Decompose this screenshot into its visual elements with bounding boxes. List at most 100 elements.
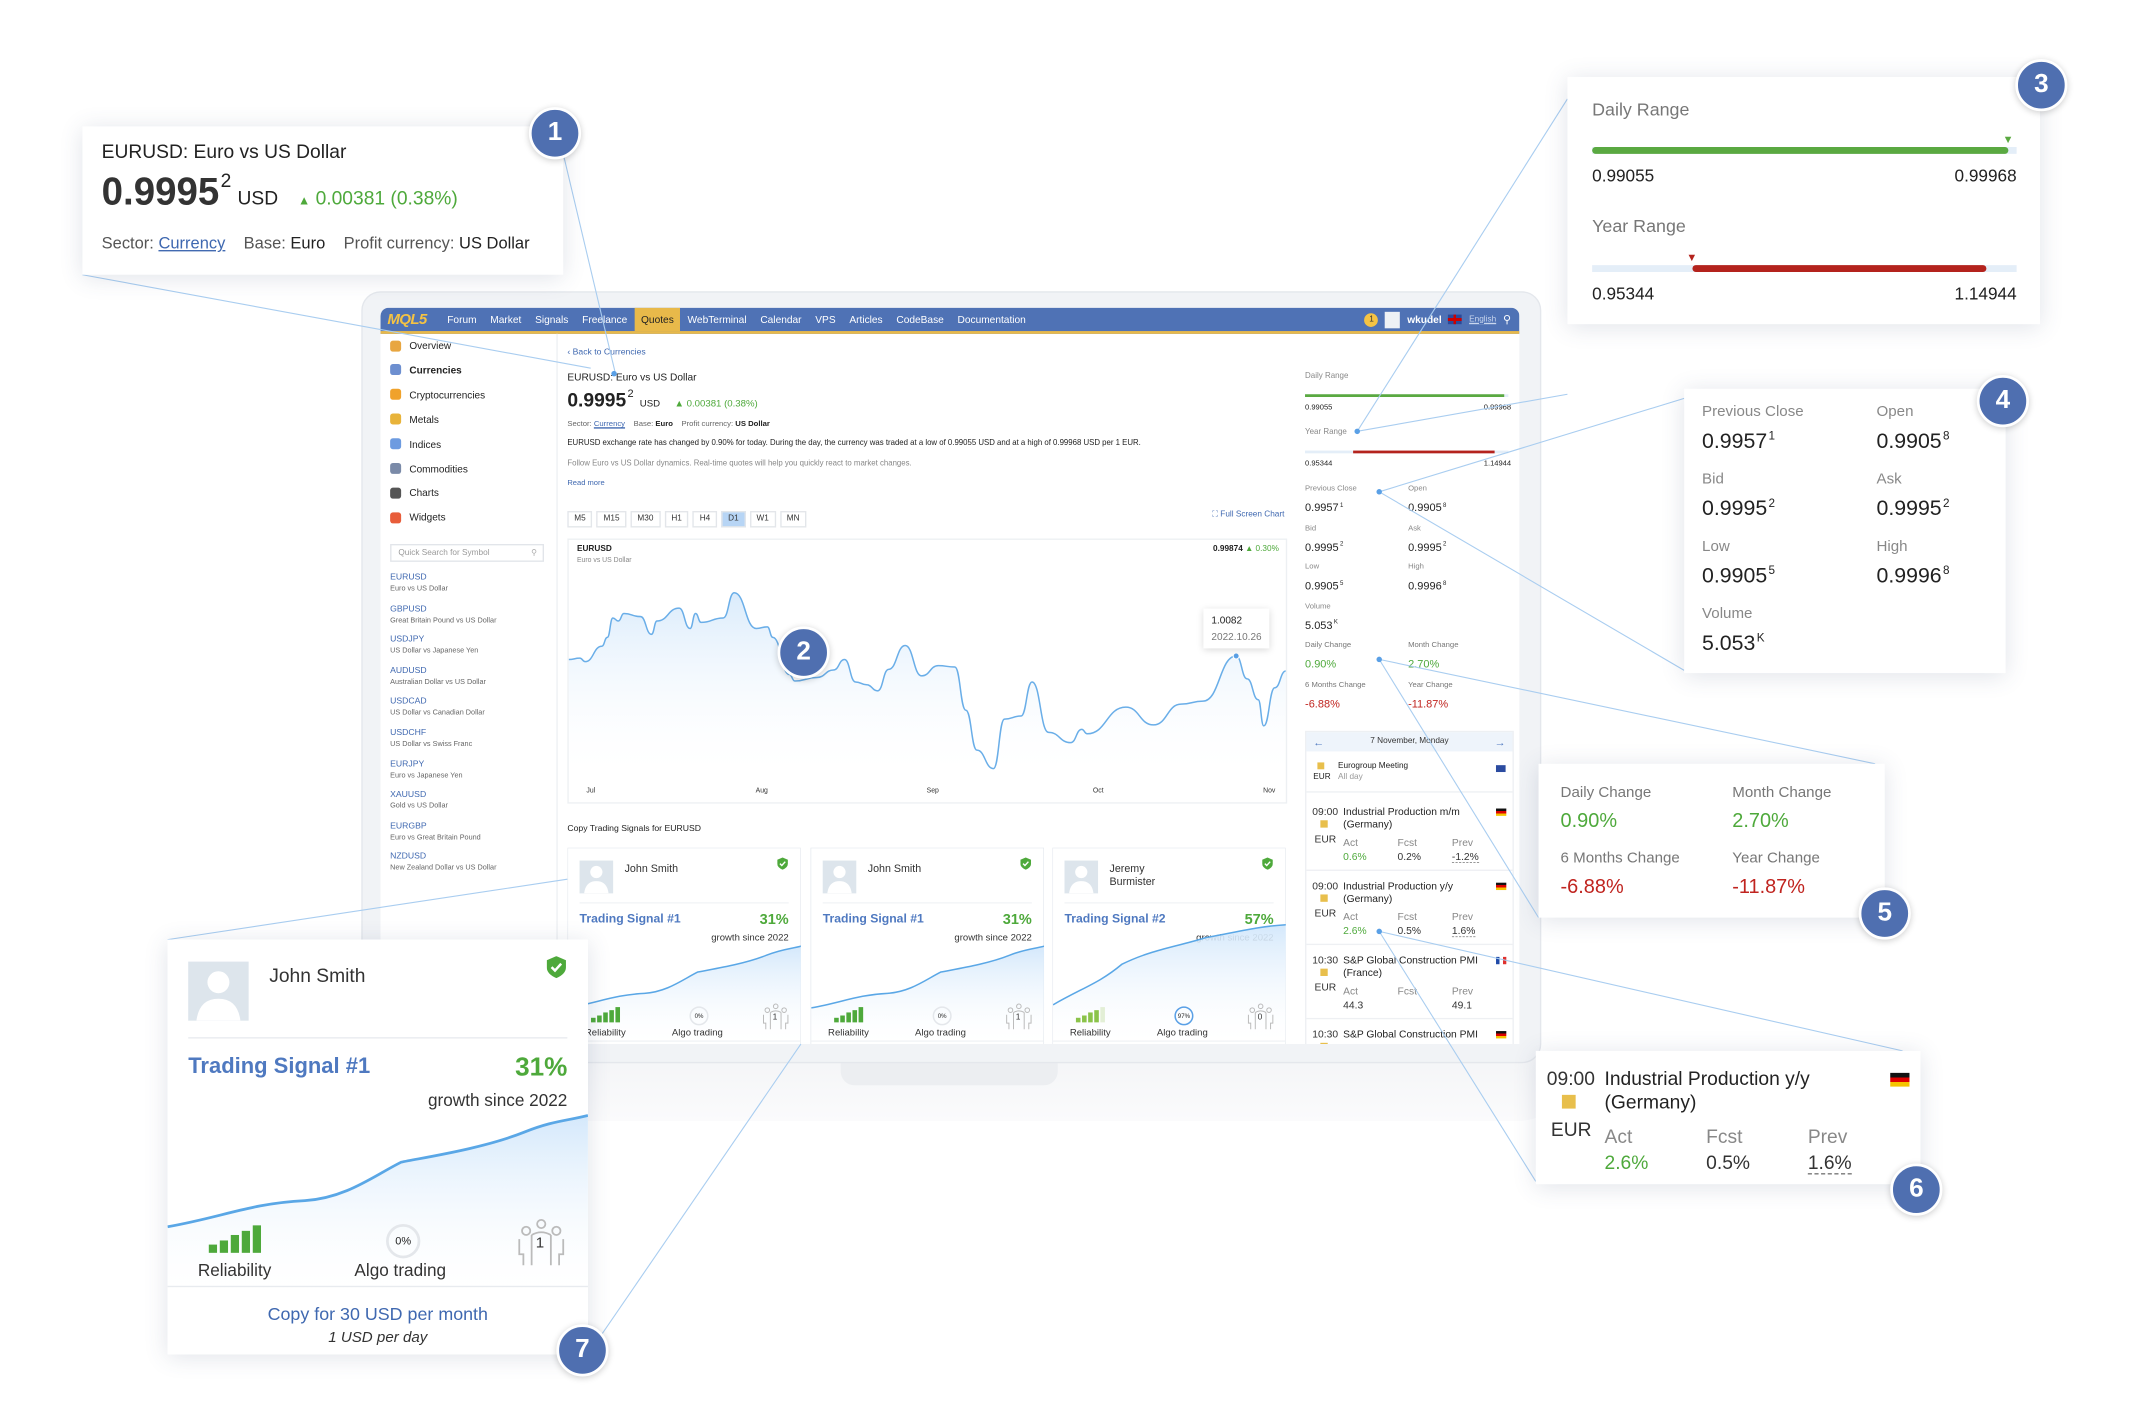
- trader-name[interactable]: John Smith: [269, 964, 365, 987]
- symbol-item[interactable]: XAUUSD Gold vs US Dollar: [390, 790, 448, 811]
- event-title[interactable]: S&P Global Construction PMI: [1343, 1028, 1483, 1040]
- symbol-item[interactable]: AUDUSD Australian Dollar vs US Dollar: [390, 666, 486, 687]
- signal-card[interactable]: John Smith Trading Signal #1 31% growth sin…: [567, 847, 801, 1045]
- event-title[interactable]: Industrial Production m/m (Germany): [1343, 806, 1483, 831]
- symbol-code[interactable]: XAUUSD: [390, 790, 448, 800]
- calendar-event[interactable]: 09:00 EUR Industrial Production m/m (Germa…: [1306, 796, 1513, 869]
- timeframe-mn[interactable]: MN: [779, 511, 807, 528]
- symbol-item[interactable]: EURUSD Euro vs US Dollar: [390, 573, 448, 594]
- symbol-code[interactable]: EURJPY: [390, 759, 462, 769]
- event-title[interactable]: Industrial Production y/y (Germany): [1605, 1067, 1866, 1114]
- calendar-event[interactable]: 09:00 EUR Industrial Production y/y (Germa…: [1535, 1050, 1921, 1185]
- copy-signal-link[interactable]: Copy for 30 USD per month: [168, 1304, 588, 1325]
- symbol-code[interactable]: AUDUSD: [390, 666, 486, 676]
- timeframe-m5[interactable]: M5: [567, 511, 593, 528]
- nav-item-forum[interactable]: Forum: [440, 308, 483, 331]
- timeframe-m30[interactable]: M30: [630, 511, 661, 528]
- symbol-code[interactable]: GBPUSD: [390, 604, 496, 614]
- symbol-code[interactable]: NZDUSD: [390, 852, 496, 862]
- event-time: 10:30: [1312, 953, 1339, 966]
- prev-day-arrow[interactable]: ←: [1313, 736, 1324, 748]
- callout-badge-7: 7: [556, 1324, 609, 1377]
- symbol-code[interactable]: USDCAD: [390, 697, 485, 707]
- nav-item-webterminal[interactable]: WebTerminal: [681, 308, 754, 331]
- sidebar-item-indices[interactable]: Indices: [390, 438, 441, 450]
- tooltip-date: 2022.10.26: [1211, 629, 1262, 643]
- calendar-event[interactable]: 10:30EURS&P Global Construction PMIActFc…: [1306, 1019, 1513, 1045]
- user-avatar[interactable]: [1385, 311, 1401, 328]
- timeframe-h1[interactable]: H1: [664, 511, 689, 528]
- nav-item-calendar[interactable]: Calendar: [753, 308, 808, 331]
- timeframe-d1[interactable]: D1: [721, 511, 746, 528]
- nav-item-signals[interactable]: Signals: [528, 308, 575, 331]
- sector-link[interactable]: Currency: [158, 234, 225, 253]
- event-prev-label: Prev: [1451, 910, 1474, 923]
- symbol-item[interactable]: GBPUSD Great Britain Pound vs US Dollar: [390, 604, 496, 625]
- stat-sup: 2: [1768, 496, 1776, 510]
- sidebar-item-currencies[interactable]: Currencies: [390, 364, 462, 376]
- symbol-item[interactable]: EURGBP Euro vs Great Britain Pound: [390, 821, 481, 842]
- timeframe-h4[interactable]: H4: [692, 511, 718, 528]
- nav-item-vps[interactable]: VPS: [808, 308, 842, 331]
- symbol-item[interactable]: NZDUSD New Zealand Dollar vs US Dollar: [390, 852, 496, 873]
- daily-high: 0.99968: [1483, 403, 1512, 413]
- sidebar-item-metals[interactable]: Metals: [390, 413, 439, 425]
- daily-range-fill: [1305, 394, 1505, 398]
- trader-name[interactable]: John Smith: [868, 862, 921, 875]
- callout-price-sup: 2: [220, 168, 232, 191]
- price-chart[interactable]: EURUSD Euro vs US Dollar 0.99874 ▲ 0.30%…: [567, 538, 1288, 804]
- calendar-event[interactable]: 09:00 EUR Industrial Production y/y (Germa…: [1306, 870, 1513, 943]
- calendar-event[interactable]: 10:30 EUR S&P Global Construction PMI (Fra…: [1306, 945, 1513, 1018]
- signal-card[interactable]: John Smith Trading Signal #1 31% growth sin…: [810, 847, 1045, 1045]
- notification-badge[interactable]: 1: [1364, 312, 1379, 327]
- symbol-code[interactable]: USDCHF: [390, 728, 472, 738]
- nav-item-codebase[interactable]: CodeBase: [890, 308, 951, 331]
- next-day-arrow[interactable]: →: [1495, 736, 1506, 748]
- calendar-event-first[interactable]: EUR Eurogroup Meeting All day: [1306, 751, 1513, 793]
- event-title[interactable]: Eurogroup Meeting: [1338, 762, 1408, 770]
- metals-icon: [390, 413, 402, 425]
- year-high: 1.14944: [1954, 284, 2017, 304]
- verified-shield-icon: [1262, 857, 1273, 874]
- chart-svg: Jul Aug Sep Oct Nov: [568, 591, 1286, 795]
- symbol-item[interactable]: EURJPY Euro vs Japanese Yen: [390, 759, 462, 780]
- username[interactable]: wkudel: [1407, 313, 1441, 325]
- price-block: 0.99952 USD ▲ 0.00381 (0.38%): [567, 388, 757, 414]
- sidebar-item-widgets[interactable]: Widgets: [390, 511, 446, 524]
- nav-item-freelance[interactable]: Freelance: [575, 308, 634, 331]
- symbol-item[interactable]: USDCHF US Dollar vs Swiss Franc: [390, 728, 472, 749]
- fullscreen-chart-button[interactable]: ⛶ Full Screen Chart: [1212, 511, 1284, 521]
- sidebar-item-commodities[interactable]: Commodities: [390, 462, 468, 475]
- symbol-code[interactable]: USDJPY: [390, 635, 478, 645]
- trader-name[interactable]: John Smith: [625, 862, 678, 875]
- symbol-item[interactable]: USDJPY US Dollar vs Japanese Yen: [390, 635, 478, 656]
- read-more-link[interactable]: Read more: [567, 479, 604, 487]
- trader-name[interactable]: Jeremy Burmister: [1110, 862, 1186, 888]
- nav-item-market[interactable]: Market: [483, 308, 528, 331]
- nav-item-quotes[interactable]: Quotes: [634, 307, 681, 332]
- timeframe-m15[interactable]: M15: [596, 511, 627, 528]
- mql5-logo[interactable]: MQL5: [387, 311, 427, 327]
- signal-card[interactable]: John Smith Trading Signal #1 31% growth sin…: [167, 939, 589, 1355]
- sidebar-item-overview[interactable]: Overview: [390, 339, 451, 352]
- change-value: 0.90%: [1305, 658, 1337, 671]
- search-icon[interactable]: ⚲: [1503, 313, 1511, 325]
- signal-card[interactable]: Jeremy BurmisterTrading Signal #257%grow…: [1052, 847, 1286, 1045]
- sidebar-item-cryptocurrencies[interactable]: Cryptocurrencies: [390, 388, 485, 401]
- nav-item-documentation[interactable]: Documentation: [951, 308, 1033, 331]
- sector-link[interactable]: Currency: [594, 420, 625, 428]
- quick-search-input[interactable]: Quick Search for Symbol ⚲: [390, 543, 544, 562]
- symbol-code[interactable]: EURGBP: [390, 821, 481, 831]
- event-currency: EUR: [1550, 1118, 1592, 1141]
- nav-item-articles[interactable]: Articles: [842, 308, 889, 331]
- language-link[interactable]: English: [1469, 315, 1496, 323]
- tooltip-point[interactable]: [1232, 652, 1240, 660]
- event-title[interactable]: S&P Global Construction PMI (France): [1343, 954, 1483, 979]
- back-link[interactable]: ‹ Back to Currencies: [567, 348, 645, 358]
- sidebar-item-charts[interactable]: Charts: [390, 487, 439, 499]
- event-title[interactable]: Industrial Production y/y (Germany): [1343, 880, 1483, 905]
- symbol-code[interactable]: EURUSD: [390, 573, 448, 583]
- callout-price-value: 0.9995: [101, 170, 220, 213]
- timeframe-w1[interactable]: W1: [749, 511, 776, 528]
- symbol-item[interactable]: USDCAD US Dollar vs Canadian Dollar: [390, 697, 485, 718]
